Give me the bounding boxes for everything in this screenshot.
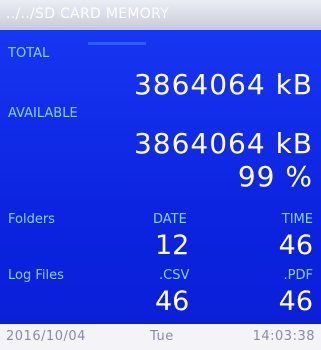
sd-card-memory-screen: ../../SD CARD MEMORY TOTAL 3864064 kB AV…: [0, 0, 321, 350]
date-folder-count: 12: [155, 230, 190, 261]
date-header: DATE: [153, 212, 187, 227]
selection-marker: [88, 42, 146, 45]
pdf-header: .PDF: [283, 268, 313, 283]
pdf-file-count: 46: [278, 286, 313, 317]
total-label: TOTAL: [8, 46, 50, 61]
time-header: TIME: [281, 212, 313, 227]
status-time: 14:03:38: [252, 329, 315, 344]
csv-header: .CSV: [159, 268, 190, 283]
available-label: AVAILABLE: [8, 106, 78, 121]
status-date: 2016/10/04: [6, 329, 86, 344]
memory-panel: TOTAL 3864064 kB AVAILABLE 3864064 kB 99…: [0, 30, 321, 324]
status-bar: 2016/10/04 Tue 14:03:38: [0, 324, 321, 350]
status-day: Tue: [150, 329, 174, 344]
time-folder-count: 46: [278, 230, 313, 261]
total-value: 3864064 kB: [133, 68, 313, 101]
title-bar: ../../SD CARD MEMORY: [0, 0, 321, 30]
available-percent: 99 %: [237, 160, 313, 193]
available-value: 3864064 kB: [133, 127, 313, 160]
folders-label: Folders: [8, 212, 55, 227]
log-files-label: Log Files: [8, 268, 64, 283]
csv-file-count: 46: [155, 286, 190, 317]
screen-title: ../../SD CARD MEMORY: [6, 6, 170, 22]
